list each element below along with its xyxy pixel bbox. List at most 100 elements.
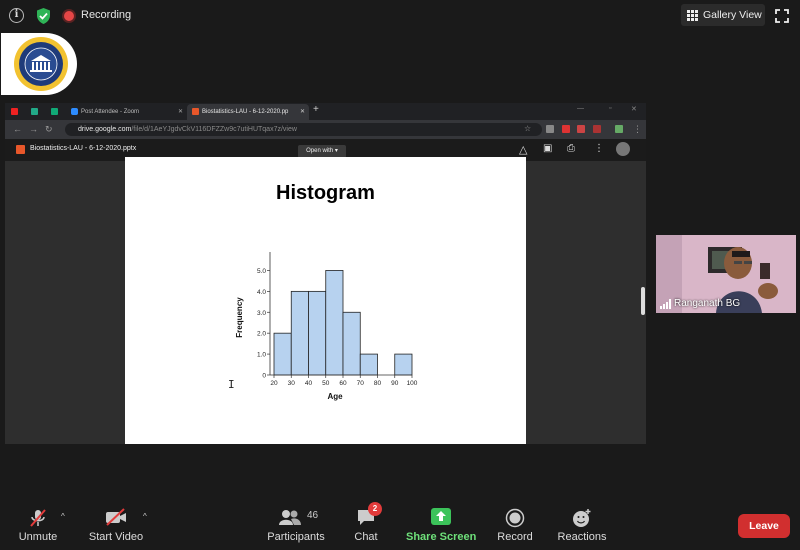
unmute-button[interactable]: Unmute — [10, 498, 66, 550]
share-screen-label: Share Screen — [406, 531, 477, 543]
histogram-bar — [273, 332, 292, 376]
presentation-slide: Histogram 0 1.0 2.0 3.0 4.0 5.0 20 30 40 50 60 70 80… — [125, 157, 526, 444]
histogram-bar — [394, 353, 413, 376]
y-tick-label: 5.0 — [257, 268, 266, 275]
histogram-bar — [290, 290, 309, 376]
start-video-label: Start Video — [88, 531, 144, 543]
record-button[interactable]: Record — [495, 498, 535, 550]
x-tick-label: 60 — [339, 380, 347, 387]
participants-button[interactable]: 46 Participants — [266, 498, 326, 550]
histogram-bar — [359, 353, 378, 376]
profile-avatar[interactable] — [615, 125, 623, 133]
bookmark-star-icon[interactable]: ☆ — [524, 124, 531, 134]
app-icon — [31, 107, 38, 115]
extension-icon[interactable] — [593, 125, 601, 133]
more-options-icon[interactable]: ⋮ — [594, 143, 604, 154]
new-tab-icon[interactable]: + — [313, 104, 319, 115]
meeting-top-bar: i Recording Gallery View — [0, 0, 800, 32]
x-tick-label: 100 — [407, 380, 418, 387]
browser-tab-active[interactable]: Biostatistics-LAU - 6-12-2020.pp ✕ — [187, 104, 309, 120]
scrollbar-handle[interactable] — [641, 287, 645, 315]
slide-title: Histogram — [276, 182, 375, 204]
drive-icon[interactable]: △ — [519, 143, 527, 156]
browser-address-bar: ← → ↻ drive.google.com/file/d/1AeYJgdvCk… — [5, 120, 646, 139]
forward-icon[interactable]: → — [29, 124, 38, 134]
y-tick-label: 3.0 — [257, 310, 266, 317]
participant-name: Ranganath BG — [674, 298, 741, 309]
y-axis-label: Frequency — [235, 297, 244, 338]
print-icon[interactable]: ⎙ — [567, 143, 575, 154]
histogram-bar — [308, 290, 327, 376]
browser-tab[interactable] — [51, 104, 69, 120]
institution-logo — [1, 33, 77, 95]
close-tab-icon[interactable]: ✕ — [178, 104, 183, 120]
video-options-chevron-icon[interactable]: ^ — [143, 512, 147, 521]
record-icon — [505, 508, 525, 528]
leave-meeting-button[interactable]: Leave — [738, 514, 790, 538]
back-icon[interactable]: ← — [13, 124, 22, 134]
gallery-view-label: Gallery View — [703, 9, 762, 21]
grid-icon — [687, 10, 698, 21]
video-camera-off-icon — [106, 508, 126, 526]
browser-tab[interactable] — [31, 104, 49, 120]
browser-tab[interactable]: Post Attendee - Zoom ✕ — [71, 104, 185, 120]
slides-file-icon — [16, 145, 25, 154]
audio-options-chevron-icon[interactable]: ^ — [61, 512, 65, 521]
participants-label: Participants — [267, 531, 325, 543]
file-title: Biostatistics-LAU - 6-12-2020.pptx — [30, 145, 137, 152]
extension-icon[interactable] — [562, 125, 570, 133]
x-axis-label: Age — [327, 392, 343, 401]
share-screen-button[interactable]: Share Screen — [406, 498, 476, 550]
start-video-button[interactable]: Start Video — [86, 498, 146, 550]
x-tick-label: 70 — [357, 380, 365, 387]
participants-icon — [279, 510, 301, 525]
browser-menu-icon[interactable]: ⋮ — [633, 124, 642, 134]
x-tick-label: 30 — [288, 380, 296, 387]
reactions-button[interactable]: Reactions — [556, 498, 608, 550]
extension-icon[interactable] — [577, 125, 585, 133]
participant-video-tile[interactable]: Ranganath BG — [656, 235, 796, 313]
extension-icon[interactable] — [546, 125, 554, 133]
seal-icon — [14, 37, 68, 91]
slides-file-icon — [192, 107, 199, 115]
histogram-chart: 0 1.0 2.0 3.0 4.0 5.0 20 30 40 50 60 70 80 90 100 Age Fr… — [235, 252, 418, 401]
share-screen-icon — [431, 508, 451, 525]
window-close-icon[interactable]: ✕ — [631, 105, 637, 113]
reactions-smiley-icon — [573, 509, 591, 527]
url-path: /file/d/1AeYJgdvCkV116DFZZw9c7utiHUTqax7… — [131, 126, 297, 133]
chat-button[interactable]: 2 Chat — [346, 498, 386, 550]
reload-icon[interactable]: ↻ — [45, 124, 53, 134]
microphone-muted-icon — [30, 509, 46, 527]
gallery-view-button[interactable]: Gallery View — [681, 4, 765, 26]
url-input[interactable]: drive.google.com/file/d/1AeYJgdvCkV116DF… — [65, 123, 542, 136]
url-host: drive.google.com — [78, 126, 132, 133]
y-tick-label: 2.0 — [257, 331, 266, 338]
y-tick-label: 1.0 — [257, 352, 266, 359]
minimize-icon[interactable]: — — [577, 105, 584, 112]
recording-indicator-icon — [64, 11, 74, 21]
sheet-icon — [51, 107, 58, 115]
browser-tab[interactable] — [11, 104, 29, 120]
x-tick-label: 50 — [322, 380, 330, 387]
text-cursor-icon: I — [228, 378, 235, 391]
participants-count: 46 — [307, 510, 319, 521]
youtube-icon — [11, 107, 18, 115]
meeting-toolbar: Unmute ^ Start Video ^ 46 Participants 2… — [0, 498, 800, 550]
x-tick-label: 20 — [270, 380, 278, 387]
x-tick-label: 90 — [391, 380, 399, 387]
close-tab-icon[interactable]: ✕ — [300, 104, 305, 120]
x-tick-label: 40 — [305, 380, 313, 387]
fullscreen-icon[interactable] — [775, 9, 789, 23]
x-tick-label: 80 — [374, 380, 382, 387]
info-icon[interactable]: i — [9, 8, 24, 23]
y-tick-label: 4.0 — [257, 289, 266, 296]
chat-unread-badge: 2 — [368, 502, 382, 516]
comment-icon[interactable]: ▣ — [543, 143, 552, 154]
shield-icon[interactable] — [35, 7, 52, 25]
record-label: Record — [497, 531, 533, 543]
signal-strength-icon — [660, 299, 671, 309]
maximize-icon[interactable]: ▫ — [609, 105, 611, 112]
account-avatar[interactable] — [616, 142, 630, 156]
histogram-bar — [342, 311, 361, 376]
recording-label: Recording — [81, 9, 132, 21]
